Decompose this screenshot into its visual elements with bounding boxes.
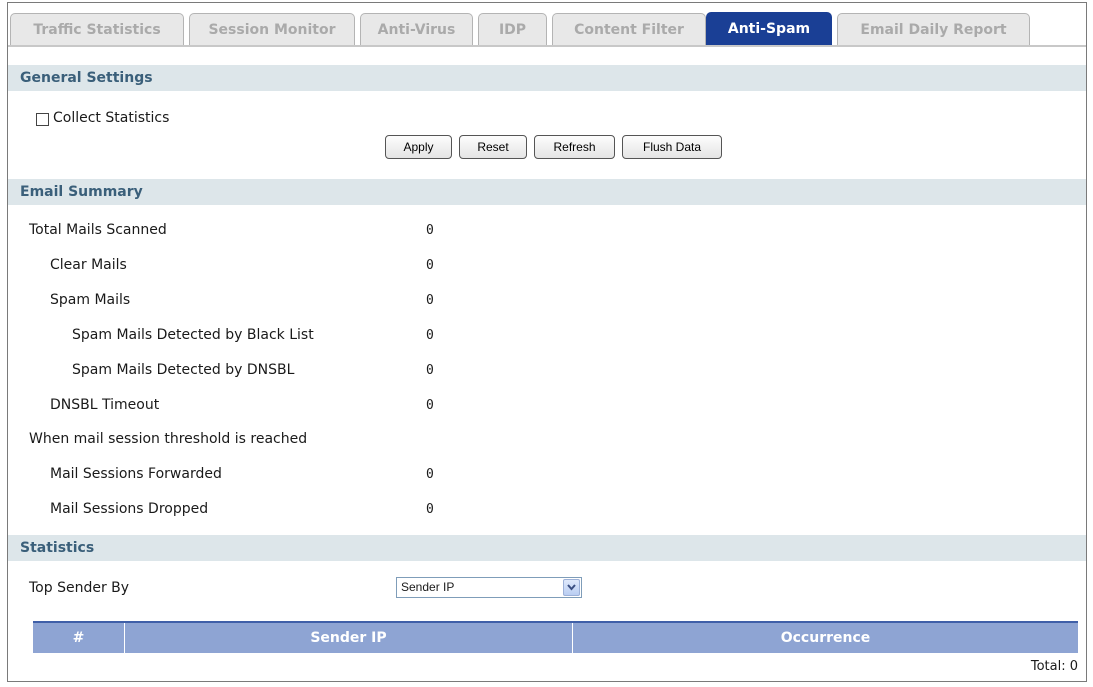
summary-label-spam-black-list: Spam Mails Detected by Black List	[72, 327, 314, 343]
summary-value-dnsbl-timeout: 0	[426, 398, 434, 413]
summary-label-sessions-dropped: Mail Sessions Dropped	[50, 501, 209, 517]
summary-label-total-mails-scanned: Total Mails Scanned	[29, 222, 167, 238]
summary-value-sessions-forwarded: 0	[426, 467, 434, 482]
general-settings-header: General Settings	[8, 65, 1086, 91]
column-header-sender-ip[interactable]: Sender IP	[125, 623, 572, 653]
tab-email-daily-report[interactable]: Email Daily Report	[837, 13, 1030, 45]
top-sender-select-value: Sender IP	[401, 580, 455, 594]
tab-bar: Traffic Statistics Session Monitor Anti-…	[8, 12, 1086, 48]
collect-statistics-label: Collect Statistics	[53, 110, 170, 126]
summary-value-spam-dnsbl: 0	[426, 363, 434, 378]
tab-underline	[8, 45, 1086, 47]
chevron-down-icon[interactable]	[563, 579, 580, 596]
tab-idp[interactable]: IDP	[478, 13, 547, 45]
sender-table-header: # Sender IP Occurrence	[33, 621, 1078, 653]
table-total: Total: 0	[1030, 659, 1078, 674]
summary-label-spam-dnsbl: Spam Mails Detected by DNSBL	[72, 362, 295, 378]
tab-session-monitor[interactable]: Session Monitor	[189, 13, 355, 45]
flush-data-button[interactable]: Flush Data	[622, 135, 722, 159]
refresh-button[interactable]: Refresh	[534, 135, 615, 159]
column-header-index[interactable]: #	[33, 623, 124, 653]
summary-label-dnsbl-timeout: DNSBL Timeout	[50, 397, 160, 413]
summary-value-sessions-dropped: 0	[426, 502, 434, 517]
anti-spam-panel: Traffic Statistics Session Monitor Anti-…	[7, 2, 1087, 682]
top-sender-select[interactable]: Sender IP	[396, 577, 582, 598]
tab-anti-spam[interactable]: Anti-Spam	[706, 12, 832, 46]
tab-traffic-statistics[interactable]: Traffic Statistics	[10, 13, 184, 45]
tab-anti-virus[interactable]: Anti-Virus	[360, 13, 473, 45]
collect-statistics-checkbox[interactable]	[36, 113, 49, 126]
apply-button[interactable]: Apply	[385, 135, 452, 159]
summary-value-total-mails-scanned: 0	[426, 223, 434, 238]
tab-content-filter[interactable]: Content Filter	[552, 13, 706, 45]
summary-label-threshold: When mail session threshold is reached	[29, 431, 308, 447]
summary-label-spam-mails: Spam Mails	[50, 292, 131, 308]
summary-value-spam-black-list: 0	[426, 328, 434, 343]
summary-value-clear-mails: 0	[426, 258, 434, 273]
statistics-header: Statistics	[8, 535, 1086, 561]
reset-button[interactable]: Reset	[459, 135, 527, 159]
summary-value-spam-mails: 0	[426, 293, 434, 308]
email-summary-header: Email Summary	[8, 179, 1086, 205]
summary-label-clear-mails: Clear Mails	[50, 257, 127, 273]
column-header-occurrence[interactable]: Occurrence	[573, 623, 1078, 653]
summary-label-sessions-forwarded: Mail Sessions Forwarded	[50, 466, 222, 482]
top-sender-by-label: Top Sender By	[29, 580, 130, 596]
